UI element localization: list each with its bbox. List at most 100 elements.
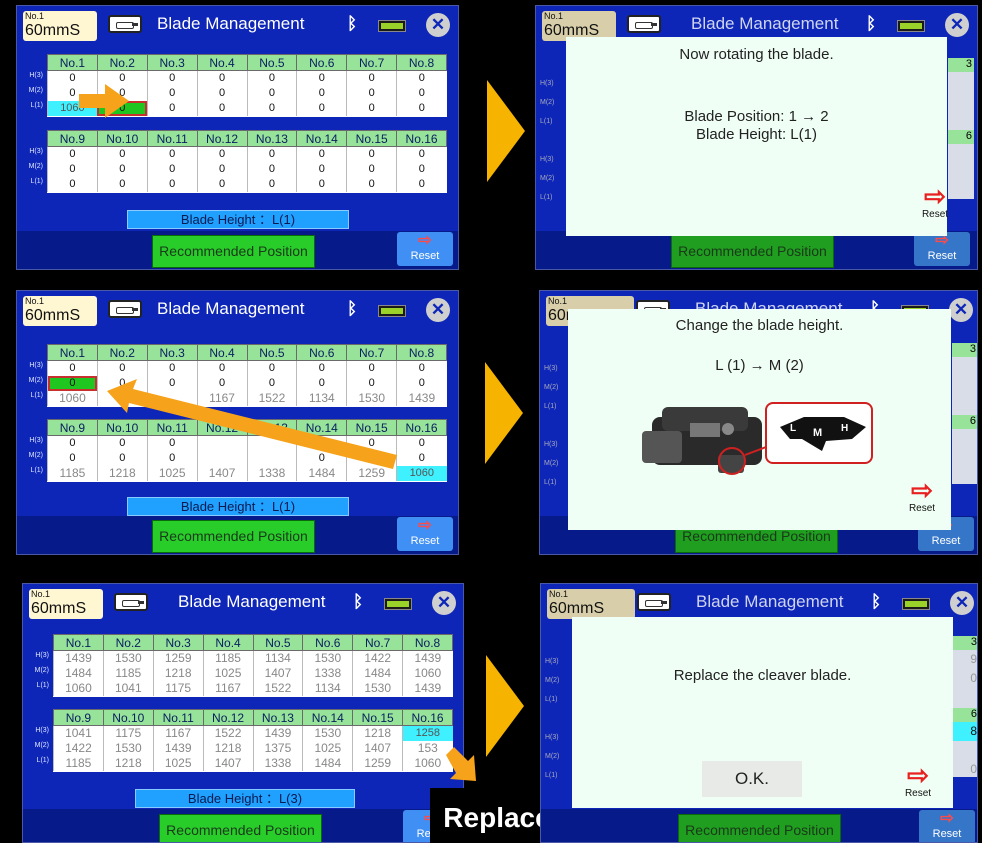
blade-cell[interactable]: 0 — [396, 85, 447, 101]
blade-cell[interactable]: 1041 — [102, 680, 154, 696]
blade-cell[interactable]: 0 — [96, 360, 148, 376]
blade-cell[interactable]: 1218 — [152, 665, 204, 681]
blade-cell[interactable]: 0 — [196, 161, 247, 177]
blade-cell[interactable]: 0 — [47, 450, 98, 466]
recommended-position-button[interactable]: Recommended Position — [152, 520, 315, 553]
blade-cell[interactable]: 0 — [246, 161, 297, 177]
blade-cell[interactable]: 0 — [146, 360, 198, 376]
blade-cell[interactable]: 1175 — [102, 725, 154, 741]
blade-cell[interactable]: 0 — [296, 176, 347, 192]
blade-cell[interactable]: 0 — [346, 70, 397, 86]
blade-cell[interactable]: 1484 — [352, 665, 403, 681]
blade-cell[interactable]: 0 — [246, 100, 297, 116]
blade-cell[interactable]: 0 — [47, 375, 98, 391]
blade-cell[interactable]: 1439 — [252, 725, 303, 741]
blade-cell[interactable]: 0 — [246, 85, 297, 101]
blade-cell[interactable]: 1484 — [53, 665, 104, 681]
blade-cell[interactable]: 1530 — [302, 650, 353, 666]
blade-cell[interactable]: 0 — [396, 100, 447, 116]
blade-cell[interactable]: 1422 — [53, 740, 104, 756]
blade-cell[interactable]: 0 — [146, 100, 198, 116]
blade-cell[interactable]: 0 — [246, 70, 297, 86]
blade-cell[interactable]: 0 — [196, 146, 247, 162]
blade-cell[interactable]: 1175 — [152, 680, 204, 696]
close-icon[interactable]: ✕ — [432, 591, 456, 615]
blade-cell[interactable]: 1185 — [47, 465, 98, 481]
blade-cell[interactable]: 0 — [146, 70, 198, 86]
blade-cell[interactable]: 0 — [196, 70, 247, 86]
recommended-position-button[interactable]: Recommended Position — [671, 235, 834, 268]
blade-cell[interactable]: 0 — [296, 360, 347, 376]
blade-cell[interactable]: 1060 — [47, 390, 98, 406]
blade-cell[interactable]: 0 — [47, 146, 98, 162]
blade-cell[interactable]: 0 — [296, 85, 347, 101]
dialog-reset-button[interactable]: ⇨ Reset — [902, 477, 942, 514]
blade-cell[interactable]: 1439 — [396, 390, 447, 406]
recommended-position-button[interactable]: Recommended Position — [678, 814, 841, 842]
blade-cell[interactable]: 0 — [196, 176, 247, 192]
blade-cell[interactable]: 0 — [96, 161, 148, 177]
blade-cell[interactable]: 1060 — [402, 665, 453, 681]
blade-cell[interactable]: 1530 — [102, 650, 154, 666]
blade-cell[interactable]: 0 — [96, 176, 148, 192]
blade-cell[interactable]: 0 — [296, 100, 347, 116]
blade-cell[interactable]: 1530 — [302, 725, 353, 741]
blade-cell[interactable]: 1439 — [152, 740, 204, 756]
blade-cell[interactable]: 0 — [246, 360, 297, 376]
blade-cell[interactable]: 0 — [396, 176, 447, 192]
blade-cell[interactable]: 1522 — [252, 680, 303, 696]
blade-cell[interactable]: 1060 — [53, 680, 104, 696]
reset-button[interactable]: ⇨Reset — [914, 232, 970, 266]
blade-cell[interactable]: 1407 — [352, 740, 403, 756]
blade-cell[interactable]: 0 — [346, 100, 397, 116]
blade-cell[interactable]: 1407 — [202, 755, 253, 771]
blade-cell[interactable]: 0 — [196, 85, 247, 101]
blade-cell[interactable]: 1439 — [402, 680, 453, 696]
reset-button[interactable]: ⇨Reset — [919, 810, 975, 842]
blade-cell[interactable]: 1167 — [152, 725, 204, 741]
blade-cell[interactable]: 0 — [296, 161, 347, 177]
blade-cell[interactable]: 1338 — [302, 665, 353, 681]
close-icon[interactable]: ✕ — [426, 13, 450, 37]
blade-cell[interactable]: 1025 — [152, 755, 204, 771]
blade-cell[interactable]: 1375 — [252, 740, 303, 756]
close-icon[interactable]: ✕ — [949, 298, 973, 322]
recommended-position-button[interactable]: Recommended Position — [159, 814, 322, 842]
blade-cell[interactable]: 0 — [396, 435, 447, 451]
blade-cell[interactable]: 0 — [396, 375, 447, 391]
blade-cell[interactable]: 0 — [396, 146, 447, 162]
ok-button[interactable]: O.K. — [702, 761, 802, 797]
blade-cell[interactable]: 0 — [96, 146, 148, 162]
blade-cell[interactable]: 0 — [47, 435, 98, 451]
blade-cell[interactable]: 0 — [196, 360, 247, 376]
blade-cell[interactable]: 1025 — [302, 740, 353, 756]
blade-cell[interactable]: 0 — [396, 161, 447, 177]
blade-cell[interactable]: 0 — [146, 161, 198, 177]
blade-cell[interactable]: 0 — [47, 360, 98, 376]
blade-cell[interactable]: 0 — [146, 176, 198, 192]
blade-cell[interactable]: 0 — [296, 146, 347, 162]
blade-cell[interactable]: 1185 — [202, 650, 253, 666]
dialog-reset-button[interactable]: ⇨ Reset — [915, 183, 955, 220]
blade-cell[interactable]: 0 — [346, 161, 397, 177]
blade-cell[interactable]: 0 — [346, 360, 397, 376]
blade-cell[interactable]: 1530 — [352, 680, 403, 696]
blade-cell[interactable]: 0 — [246, 146, 297, 162]
blade-cell[interactable]: 1422 — [352, 650, 403, 666]
blade-cell[interactable]: 1134 — [302, 680, 353, 696]
reset-button[interactable]: ⇨Reset — [397, 232, 453, 266]
reset-button[interactable]: ⇨Reset — [397, 517, 453, 551]
blade-cell[interactable]: 0 — [396, 450, 447, 466]
blade-cell[interactable]: 0 — [196, 100, 247, 116]
blade-cell[interactable]: 0 — [396, 70, 447, 86]
blade-cell[interactable]: 0 — [246, 176, 297, 192]
blade-cell[interactable]: 1439 — [53, 650, 104, 666]
close-icon[interactable]: ✕ — [945, 13, 969, 37]
blade-cell[interactable]: 0 — [346, 146, 397, 162]
close-icon[interactable]: ✕ — [950, 591, 974, 615]
blade-cell[interactable]: 0 — [346, 85, 397, 101]
blade-cell[interactable]: 1439 — [402, 650, 453, 666]
blade-cell[interactable]: 1218 — [102, 755, 154, 771]
dialog-reset-button[interactable]: ⇨ Reset — [898, 762, 938, 799]
blade-cell[interactable]: 0 — [146, 146, 198, 162]
